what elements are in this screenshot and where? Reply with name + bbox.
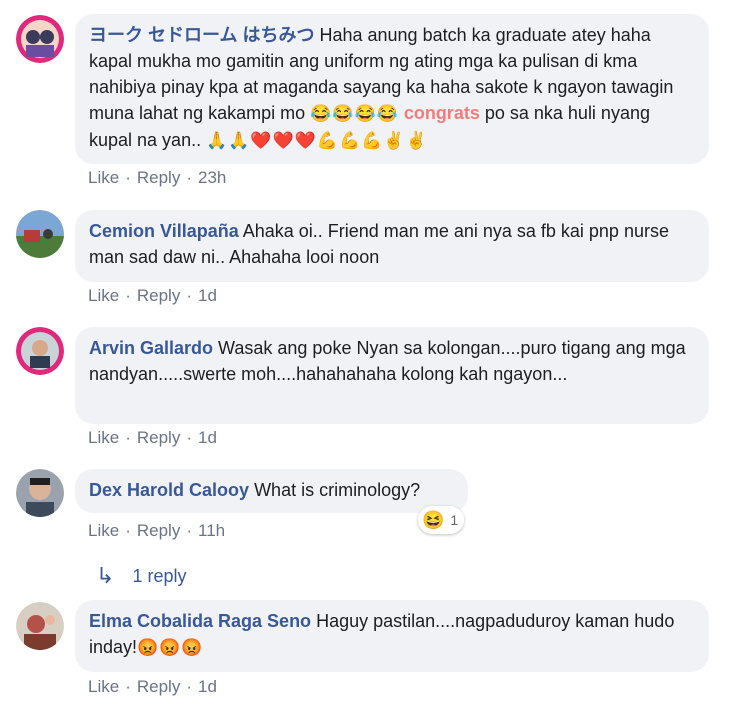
separator: ·: [125, 677, 131, 696]
like-button[interactable]: Like: [88, 168, 119, 187]
separator: ·: [125, 286, 131, 305]
separator: ·: [125, 428, 131, 447]
reply-button[interactable]: Reply: [137, 168, 180, 187]
avatar-image: [16, 15, 64, 63]
emoji-group: 🙏🙏❤️❤️❤️💪💪💪✌️✌️: [206, 131, 428, 150]
comment-bubble: ヨーク セドローム はちみつ Haha anung batch ka gradu…: [75, 14, 709, 164]
comment-author[interactable]: Arvin Gallardo: [89, 338, 213, 358]
reply-button[interactable]: Reply: [137, 286, 180, 305]
timestamp[interactable]: 11h: [198, 521, 225, 540]
reply-arrow-icon: ↳: [96, 563, 115, 588]
avatar-image: [16, 210, 64, 258]
comment-actions: Like · Reply · 1d: [88, 677, 217, 697]
avatar[interactable]: [16, 327, 64, 375]
comment-bubble: Dex Harold Calooy What is criminology?: [75, 469, 468, 513]
comment-bubble: Cemion Villapaña Ahaka oi.. Friend man m…: [75, 210, 709, 282]
timestamp[interactable]: 1d: [198, 286, 217, 305]
separator: ·: [186, 286, 192, 305]
comment-actions: Like · Reply · 1d: [88, 286, 217, 306]
separator: ·: [186, 428, 192, 447]
avatar[interactable]: [16, 602, 64, 650]
emoji-group: 😡😡😡: [137, 638, 204, 657]
separator: ·: [186, 521, 192, 540]
comment-text: What is criminology?: [254, 480, 421, 500]
haha-reaction-icon: 😆: [422, 509, 445, 530]
timestamp[interactable]: 1d: [198, 677, 217, 696]
timestamp[interactable]: 23h: [198, 168, 226, 187]
reaction-summary[interactable]: 😆 1: [418, 506, 465, 534]
comment-author[interactable]: Cemion Villapaña: [89, 221, 239, 241]
highlight-text: congrats: [403, 103, 480, 123]
comment-actions: Like · Reply · 11h: [88, 521, 225, 541]
separator: ·: [186, 677, 192, 696]
avatar[interactable]: [16, 15, 64, 63]
avatar[interactable]: [16, 469, 64, 517]
avatar-image: [16, 469, 64, 517]
timestamp[interactable]: 1d: [198, 428, 217, 447]
comment-actions: Like · Reply · 1d: [88, 428, 217, 448]
replies-count-label: 1 reply: [132, 566, 187, 586]
view-replies-link[interactable]: ↳ 1 reply: [96, 563, 186, 589]
avatar-image: [16, 602, 64, 650]
reaction-count: 1: [450, 512, 459, 528]
like-button[interactable]: Like: [88, 677, 119, 696]
separator: ·: [186, 168, 192, 187]
comment-author[interactable]: Elma Cobalida Raga Seno: [89, 611, 311, 631]
reply-button[interactable]: Reply: [137, 428, 180, 447]
reply-button[interactable]: Reply: [137, 677, 180, 696]
like-button[interactable]: Like: [88, 286, 119, 305]
comment-author[interactable]: ヨーク セドローム はちみつ: [89, 25, 314, 45]
like-button[interactable]: Like: [88, 521, 119, 540]
emoji-group: 😂😂😂😂: [310, 104, 399, 123]
separator: ·: [125, 521, 131, 540]
comment-bubble: Arvin Gallardo Wasak ang poke Nyan sa ko…: [75, 327, 709, 424]
avatar[interactable]: [16, 210, 64, 258]
comment-bubble: Elma Cobalida Raga Seno Haguy pastilan..…: [75, 600, 709, 672]
separator: ·: [125, 168, 131, 187]
comment-author[interactable]: Dex Harold Calooy: [89, 480, 249, 500]
avatar-image: [16, 327, 64, 375]
reply-button[interactable]: Reply: [137, 521, 180, 540]
comment-actions: Like · Reply · 23h: [88, 168, 226, 188]
like-button[interactable]: Like: [88, 428, 119, 447]
